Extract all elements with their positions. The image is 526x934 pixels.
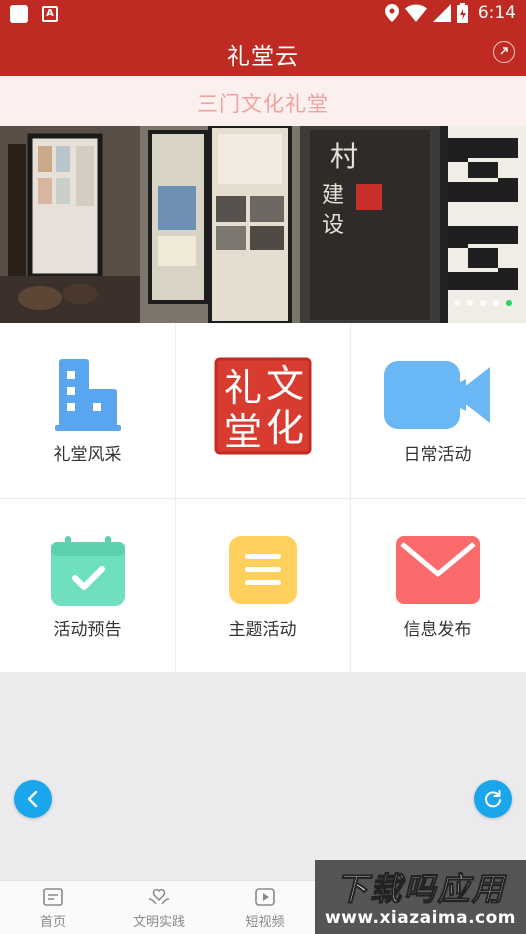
grid-item-label: 活动预告 <box>53 620 122 640</box>
svg-text:建: 建 <box>322 183 344 208</box>
status-bar: A 6:14 <box>0 0 526 28</box>
battery-icon <box>456 3 468 23</box>
tab-label: 文明实践 <box>132 915 185 930</box>
grid-item-label: 主题活动 <box>228 620 297 640</box>
tab-label: 首页 <box>39 915 66 930</box>
video-camera-icon <box>383 361 490 429</box>
grid-item-theme-activities[interactable]: 主题活动 <box>175 498 350 673</box>
culture-hall-seal-logo: 礼 文 堂 化 <box>214 357 311 455</box>
watermark-url: www.xiazaima.com <box>324 908 517 928</box>
svg-text:堂: 堂 <box>224 410 262 454</box>
tab-short-video[interactable]: 短视频 <box>212 881 318 934</box>
banner-carousel[interactable]: 村 建 设 <box>0 126 526 323</box>
home-icon <box>43 888 63 906</box>
play-icon <box>255 888 275 906</box>
tab-civilization-practice[interactable]: 文明实践 <box>106 881 212 934</box>
grid-item-hall-style[interactable]: 礼堂风采 <box>0 323 175 498</box>
wifi-icon <box>404 4 427 22</box>
app-bar: 礼堂云 <box>0 28 526 76</box>
carousel-dot[interactable] <box>467 300 473 306</box>
font-notification-icon: A <box>42 6 58 22</box>
svg-text:文: 文 <box>266 362 304 406</box>
building-icon <box>54 359 121 431</box>
location-icon <box>384 4 399 22</box>
carousel-dot[interactable] <box>493 300 499 306</box>
status-time: 6:14 <box>477 3 516 23</box>
heart-hands-icon <box>148 888 170 905</box>
back-button[interactable] <box>14 780 52 818</box>
feature-grid: 礼堂风采 礼 文 堂 化 日常活动 活动预告 主题活动 信息发布 <box>0 323 526 673</box>
banner-image: 村 建 设 <box>0 126 526 323</box>
share-icon <box>500 47 508 55</box>
tab-label: 短视频 <box>245 915 285 930</box>
svg-text:礼: 礼 <box>224 366 262 410</box>
grid-item-label: 信息发布 <box>403 620 472 640</box>
app-notification-icon <box>10 5 28 23</box>
carousel-dot-active[interactable] <box>506 300 512 306</box>
refresh-icon <box>485 790 501 808</box>
tab-home[interactable]: 首页 <box>0 881 106 934</box>
signal-icon <box>432 4 451 22</box>
page-title: 礼堂云 <box>227 44 299 70</box>
grid-item-info-release[interactable]: 信息发布 <box>350 498 525 673</box>
svg-text:村: 村 <box>330 140 358 173</box>
grid-item-label: 礼堂风采 <box>53 445 122 465</box>
watermark: 下载吗应用 www.xiazaima.com <box>315 860 526 934</box>
grid-item-daily-activities[interactable]: 日常活动 <box>350 323 525 498</box>
calendar-check-icon <box>50 536 125 606</box>
refresh-button[interactable] <box>474 780 512 818</box>
hall-name-bar: 三门文化礼堂 <box>0 76 526 126</box>
chevron-left-icon <box>27 790 38 808</box>
share-button[interactable] <box>493 41 515 63</box>
hall-name: 三门文化礼堂 <box>197 92 329 116</box>
mail-icon <box>395 536 480 604</box>
carousel-dot[interactable] <box>454 300 460 306</box>
watermark-title: 下载吗应用 <box>335 870 506 909</box>
carousel-indicator <box>454 300 512 306</box>
grid-item-culture-hall-logo[interactable]: 礼 文 堂 化 <box>175 323 350 498</box>
svg-text:设: 设 <box>322 213 344 238</box>
list-icon <box>228 536 297 604</box>
svg-text:化: 化 <box>266 406 304 450</box>
grid-item-event-preview[interactable]: 活动预告 <box>0 498 175 673</box>
carousel-dot[interactable] <box>480 300 486 306</box>
grid-item-label: 日常活动 <box>403 445 472 465</box>
